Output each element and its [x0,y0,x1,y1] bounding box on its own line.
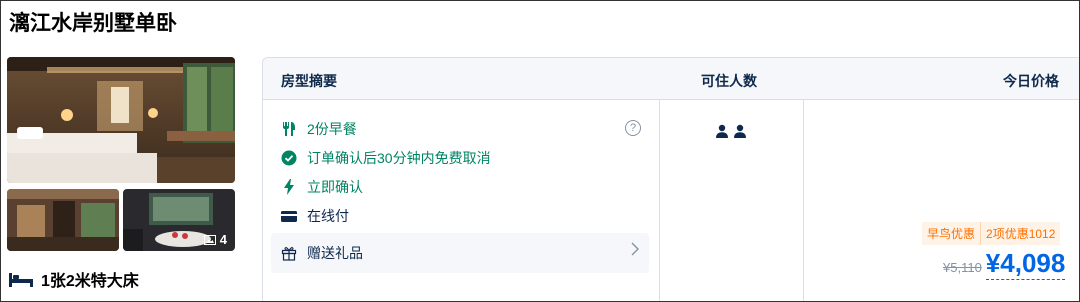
feature-breakfast: 2份早餐 [281,119,357,139]
lightning-icon [284,179,294,195]
feature-free-cancel-label: 订单确认后30分钟内免费取消 [307,150,491,166]
gift-label: 赠送礼品 [307,245,363,261]
room-photo-main[interactable] [7,57,235,183]
image-icon [203,234,216,245]
rate-table-header: 房型摘要 可住人数 今日价格 [263,58,1079,100]
photo-count-badge[interactable]: 4 [203,232,227,247]
room-photo-thumb-2[interactable]: 4 [123,189,235,251]
card-icon [281,211,297,222]
gift-row[interactable]: 赠送礼品 [271,233,649,273]
occupancy-guests [715,124,747,138]
person-icon [716,124,728,138]
column-divider [659,100,660,301]
feature-instant-confirm: 立即确认 [281,177,363,197]
help-icon[interactable]: ? [625,120,641,136]
cutlery-icon [283,122,295,136]
room-title[interactable]: 漓江水岸别墅单卧 [9,7,177,37]
feature-pay-online: 在线付 [281,206,349,226]
feature-instant-confirm-label: 立即确认 [307,179,363,195]
gift-icon [281,247,297,261]
rate-table: 房型摘要 可住人数 今日价格 2份早餐 ? 订单确认后30分钟内免费取消 立即确… [262,57,1079,301]
original-price: ¥5,110 [943,260,982,275]
chevron-right-icon [631,242,639,261]
tag-early-bird[interactable]: 早鸟优惠 [922,222,981,245]
tag-discount-total[interactable]: 2项优惠1012 [980,222,1061,245]
feature-breakfast-label: 2份早餐 [307,121,357,137]
discount-tags[interactable]: 早鸟优惠 2项优惠1012 [922,222,1061,245]
header-room-summary: 房型摘要 [281,73,337,89]
column-divider [803,100,804,301]
check-circle-icon [281,150,297,166]
photo-count: 4 [219,232,227,247]
bed-info: 1张2米特大床 [9,267,139,291]
bed-label: 1张2米特大床 [41,273,139,290]
room-card: 漓江水岸别墅单卧 4 1张2米特大床 房型摘要 可住人数 今日价格 2份早餐 ?… [0,0,1080,302]
bed-icon [9,273,33,287]
price-row: ¥5,110 ¥4,098 [943,248,1066,280]
feature-pay-online-label: 在线付 [307,208,349,224]
person-icon [734,124,746,138]
header-occupancy: 可住人数 [701,73,757,89]
room-photo-thumb-1[interactable] [7,189,119,251]
current-price[interactable]: ¥4,098 [985,248,1066,280]
header-price: 今日价格 [1003,73,1059,89]
feature-free-cancel: 订单确认后30分钟内免费取消 [281,148,491,168]
